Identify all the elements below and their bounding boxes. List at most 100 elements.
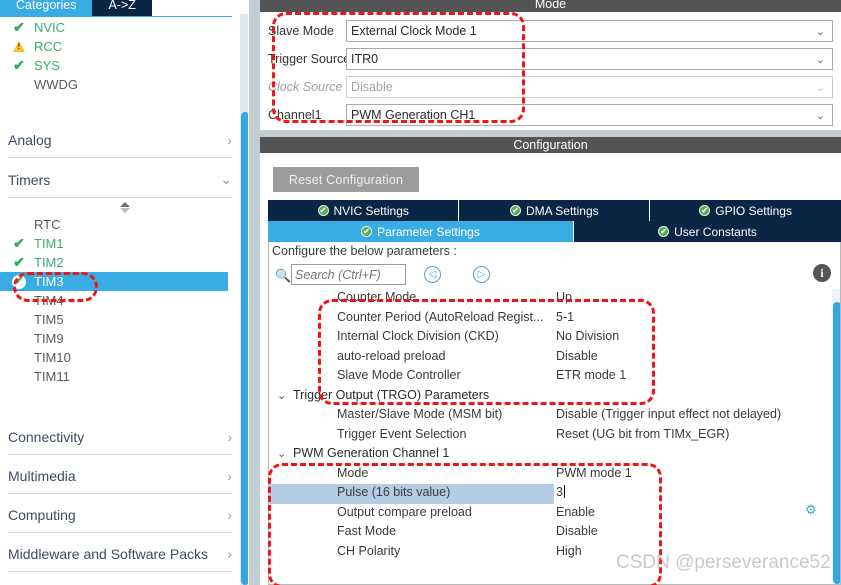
tab-categories-label: Categories xyxy=(16,0,77,12)
no-icon xyxy=(8,77,30,93)
search-next-icon[interactable]: ▷ xyxy=(473,266,490,283)
sidebar-item-label: TIM5 xyxy=(34,312,64,327)
tab-a-to-z[interactable]: A->Z xyxy=(92,0,152,16)
tab-parameter-settings[interactable]: ✔ Parameter Settings xyxy=(268,221,574,242)
param-row-mode[interactable]: Mode PWM mode 1 xyxy=(269,465,831,485)
mode-header: Mode xyxy=(260,0,841,12)
param-row-master-slave-mode[interactable]: Master/Slave Mode (MSM bit) Disable (Tri… xyxy=(269,406,831,426)
sidebar-item-label: NVIC xyxy=(34,20,66,35)
channel1-value: PWM Generation CH1 xyxy=(351,108,476,122)
sidebar-section-multimedia[interactable]: Multimedia › xyxy=(8,458,238,494)
check-circle-icon: ✔ xyxy=(8,274,30,289)
tab-dma-settings[interactable]: ✔ DMA Settings xyxy=(459,200,651,221)
sidebar-section-label: Connectivity xyxy=(8,428,85,445)
check-circle-icon: ✔ xyxy=(317,205,329,216)
check-icon: ✔ xyxy=(13,57,25,73)
parameter-scrollbar-thumb[interactable] xyxy=(833,302,840,584)
sidebar-item-label: TIM11 xyxy=(34,369,70,384)
info-icon[interactable]: i xyxy=(813,264,831,282)
sidebar-item-tim2[interactable]: ✔ TIM2 xyxy=(0,253,240,272)
param-row-output-compare-preload[interactable]: Output compare preload Enable xyxy=(269,504,831,524)
search-previous-icon[interactable]: ◁ xyxy=(424,266,441,283)
channel1-select[interactable]: PWM Generation CH1 ⌄ xyxy=(346,104,833,126)
slave-mode-select[interactable]: External Clock Mode 1 ⌄ xyxy=(346,20,833,42)
param-value: 3 xyxy=(556,485,563,499)
chevron-down-icon: ⌄ xyxy=(815,110,825,122)
sidebar-item-label: TIM3 xyxy=(34,274,64,289)
tab-categories[interactable]: Categories xyxy=(0,0,93,16)
param-value: Up xyxy=(556,290,572,304)
param-row-fast-mode[interactable]: Fast Mode Disable xyxy=(269,523,831,543)
panel-splitter-handle[interactable] xyxy=(252,0,258,585)
param-label: Slave Mode Controller xyxy=(337,368,461,382)
tab-user-constants[interactable]: ✔ User Constants xyxy=(574,221,841,242)
param-value: High xyxy=(556,543,582,558)
search-input[interactable] xyxy=(291,264,406,285)
param-row-auto-reload-preload[interactable]: auto-reload preload Disable xyxy=(269,348,831,368)
sidebar-item-rtc[interactable]: RTC xyxy=(0,215,240,234)
sidebar-section-analog[interactable]: Analog › xyxy=(8,122,238,158)
configure-hint-text: Configure the below parameters : xyxy=(272,244,457,258)
sidebar-section-connectivity[interactable]: Connectivity › xyxy=(8,419,238,455)
param-row-slave-mode-controller[interactable]: Slave Mode Controller ETR mode 1 xyxy=(269,367,831,387)
param-row-trigger-event-selection[interactable]: Trigger Event Selection Reset (UG bit fr… xyxy=(269,426,831,446)
tab-label: User Constants xyxy=(674,224,757,239)
sidebar-item-tim10[interactable]: TIM10 xyxy=(0,348,240,367)
check-icon: ✔ xyxy=(13,254,25,270)
sidebar-item-rcc[interactable]: RCC xyxy=(0,37,240,56)
tab-label: DMA Settings xyxy=(525,203,599,218)
sidebar-item-nvic[interactable]: ✔ NVIC xyxy=(0,18,240,37)
param-group-label: Trigger Output (TRGO) Parameters xyxy=(293,387,490,402)
sidebar-item-tim3[interactable]: ✔ TIM3 xyxy=(0,272,228,291)
param-row-counter-mode[interactable]: Counter Mode Up xyxy=(269,289,831,309)
sidebar-item-tim4[interactable]: TIM4 xyxy=(0,291,240,310)
tab-gpio-settings[interactable]: ✔ GPIO Settings xyxy=(650,200,841,221)
tab-a-to-z-label: A->Z xyxy=(108,0,136,12)
parameter-list: Counter Mode Up Counter Period (AutoRelo… xyxy=(269,289,831,584)
sidebar-item-label: TIM4 xyxy=(34,293,64,308)
tab-label: NVIC Settings xyxy=(333,203,409,218)
param-row-internal-clock-division[interactable]: Internal Clock Division (CKD) No Divisio… xyxy=(269,328,831,348)
reset-configuration-button[interactable]: Reset Configuration xyxy=(273,167,419,192)
tab-label: Parameter Settings xyxy=(377,224,480,239)
clock-source-select: Disable ⌄ xyxy=(346,76,833,98)
param-value: PWM mode 1 xyxy=(556,465,632,480)
param-value-editor[interactable]: 3 xyxy=(556,485,565,499)
mode-row-clock-source: Clock Source Disable ⌄ xyxy=(268,74,833,100)
mode-row-trigger-source: Trigger Source ITR0 ⌄ xyxy=(268,46,833,72)
peripheral-sidebar: Categories A->Z ✔ NVIC RCC ✔ SYS WWDG xyxy=(0,0,248,585)
triangle-up-icon xyxy=(120,201,130,207)
timer-list: RTC ✔ TIM1 ✔ TIM2 ✔ TIM3 TIM4 TIM5 TIM9 … xyxy=(0,215,240,393)
sidebar-section-middleware[interactable]: Middleware and Software Packs › xyxy=(8,536,238,572)
sidebar-section-computing[interactable]: Computing › xyxy=(8,497,238,533)
check-circle-icon: ✔ xyxy=(509,205,521,216)
gear-icon[interactable]: ⚙ xyxy=(805,502,817,518)
chevron-down-icon: ⌄ xyxy=(815,54,825,66)
tab-nvic-settings[interactable]: ✔ NVIC Settings xyxy=(268,200,460,221)
sidebar-item-wwdg[interactable]: WWDG xyxy=(0,75,240,94)
sidebar-section-label: Middleware and Software Packs xyxy=(8,545,208,562)
param-row-counter-period[interactable]: Counter Period (AutoReload Regist... 5-1 xyxy=(269,309,831,329)
sidebar-item-sys[interactable]: ✔ SYS xyxy=(0,56,240,75)
sidebar-item-tim1[interactable]: ✔ TIM1 xyxy=(0,234,240,253)
parameter-search-row: 🔍 ◁ ▷ i xyxy=(269,262,840,288)
sidebar-item-label: WWDG xyxy=(34,77,79,92)
sidebar-item-tim5[interactable]: TIM5 xyxy=(0,310,240,329)
parameter-settings-pane: Configure the below parameters : 🔍 ◁ ▷ i… xyxy=(268,242,841,585)
param-group-trgo[interactable]: ⌄ Trigger Output (TRGO) Parameters xyxy=(269,387,831,407)
param-row-pulse[interactable]: Pulse (16 bits value) 3 xyxy=(269,484,831,504)
sidebar-item-label: TIM1 xyxy=(34,236,64,251)
trigger-source-select[interactable]: ITR0 ⌄ xyxy=(346,48,833,70)
sidebar-scrollbar-thumb[interactable] xyxy=(241,112,248,585)
configuration-body: Reset Configuration ✔ NVIC Settings ✔ DM… xyxy=(260,153,841,585)
sidebar-item-tim11[interactable]: TIM11 xyxy=(0,367,240,386)
chevron-down-icon: ⌄ xyxy=(277,448,287,460)
param-group-pwm-channel-1[interactable]: ⌄ PWM Generation Channel 1 xyxy=(269,445,831,465)
list-collapse-handle[interactable] xyxy=(113,199,137,215)
sidebar-item-tim9[interactable]: TIM9 xyxy=(0,329,240,348)
param-value: Reset (UG bit from TIMx_EGR) xyxy=(556,426,730,441)
sidebar-section-timers[interactable]: Timers ⌄ xyxy=(8,162,238,198)
sidebar-section-label: Timers xyxy=(8,171,51,188)
check-circle-icon: ✔ xyxy=(658,226,670,237)
check-icon: ✔ xyxy=(13,19,25,35)
